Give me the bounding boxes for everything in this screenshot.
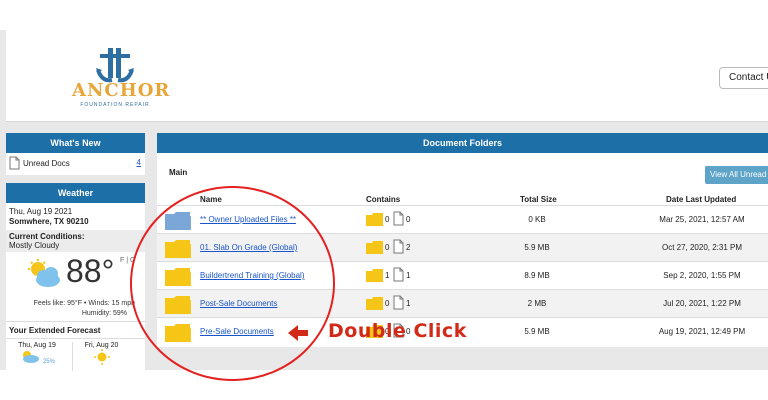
folder-icon[interactable] [165, 239, 191, 258]
folder-row[interactable]: Post-Sale Documents 0 1 2 MB Jul 20, 2021, 1… [157, 289, 768, 317]
document-count: 2 [406, 243, 411, 252]
extended-forecast-title: Your Extended Forecast [6, 321, 145, 337]
folder-icon[interactable] [165, 267, 191, 286]
app-window: ANCHOR FOUNDATION REPAIR Contact Us What… [0, 0, 768, 400]
folder-icon[interactable] [165, 323, 191, 342]
conditions-label: Current Conditions: [9, 232, 85, 241]
folder-size: 5.9 MB [524, 243, 550, 252]
forecast-precip: 25% [42, 359, 55, 365]
current-conditions: Current Conditions: Mostly Cloudy [6, 230, 145, 252]
document-count: 1 [406, 271, 411, 280]
sun-icon [93, 349, 110, 365]
cloud-sun-icon [28, 259, 60, 287]
folder-count: 0 [385, 243, 390, 252]
column-date-updated[interactable]: Date Last Updated [666, 195, 736, 204]
forecast-days: Thu, Aug 19 25% Fri, Aug 20 [6, 338, 145, 371]
unread-docs-row[interactable]: Unread Docs 4 [6, 153, 145, 175]
anchor-icon [96, 48, 134, 83]
current-temperature: 88° [66, 253, 115, 289]
folder-count: 1 [385, 271, 390, 280]
column-contains[interactable]: Contains [366, 195, 400, 204]
weather-date: Thu, Aug 19 2021 [9, 207, 73, 216]
breadcrumb-main[interactable]: Main [169, 168, 187, 177]
document-icon [9, 156, 20, 170]
folder-count: 0 [385, 215, 390, 224]
whats-new-title: What's New [6, 133, 145, 153]
humidity: Humidity: 59% [81, 310, 127, 317]
unread-docs-count[interactable]: 4 [137, 158, 141, 167]
folder-count: 0 [385, 299, 390, 308]
arrow-left-icon [288, 325, 308, 341]
document-icon [393, 295, 404, 310]
folder-name-link[interactable]: Buildertrend Training (Global) [200, 271, 305, 280]
folder-date-updated: Sep 2, 2020, 1:55 PM [663, 271, 741, 280]
folder-name-link[interactable]: Post-Sale Documents [200, 299, 277, 308]
column-name[interactable]: Name [200, 195, 222, 204]
folder-row[interactable]: 01. Slab On Grade (Global) 0 2 5.9 MB Oct 27… [157, 233, 768, 261]
weather-location: Somwhere, TX 90210 [9, 217, 89, 226]
document-icon [393, 239, 404, 254]
forecast-day-label: Fri, Aug 20 [84, 342, 119, 349]
logo-wordmark: ANCHOR [72, 80, 171, 101]
weather-panel: Weather Thu, Aug 19 2021 Somwhere, TX 90… [6, 183, 145, 371]
folder-row[interactable]: ** Owner Uploaded Files ** 0 0 0 KB Mar 25, … [157, 205, 768, 233]
folder-icon [366, 297, 383, 310]
document-folders-title: Document Folders [157, 133, 768, 153]
folder-icon[interactable] [165, 211, 191, 230]
folder-size: 5.9 MB [524, 327, 550, 336]
feels-like-wind: Feels like: 95°F • Winds: 15 mph [33, 300, 135, 307]
whats-new-panel: What's New Unread Docs 4 [6, 133, 145, 175]
folder-name-link[interactable]: ** Owner Uploaded Files ** [200, 215, 296, 224]
document-folders-panel: Document Folders Main View All Unread Na… [157, 133, 768, 347]
folder-icon[interactable] [165, 295, 191, 314]
document-count: 0 [406, 215, 411, 224]
weather-title: Weather [6, 183, 145, 203]
folder-size: 8.9 MB [524, 271, 550, 280]
folder-icon [366, 213, 383, 226]
folder-name-link[interactable]: 01. Slab On Grade (Global) [200, 243, 297, 252]
column-total-size[interactable]: Total Size [520, 195, 557, 204]
contact-us-button[interactable]: Contact Us [719, 67, 768, 89]
conditions-value: Mostly Cloudy [9, 241, 60, 250]
forecast-day: Thu, Aug 19 25% [8, 342, 66, 365]
folder-date-updated: Mar 25, 2021, 12:57 AM [659, 215, 745, 224]
folder-date-updated: Aug 19, 2021, 12:49 PM [658, 327, 746, 336]
cloud-sun-icon [23, 351, 40, 363]
forecast-day: Fri, Aug 20 [72, 342, 130, 371]
document-icon [393, 211, 404, 226]
header: ANCHOR FOUNDATION REPAIR Contact Us [6, 30, 768, 122]
view-all-unread-button[interactable]: View All Unread [705, 166, 768, 184]
logo-tagline: FOUNDATION REPAIR [80, 102, 150, 108]
folder-size: 2 MB [527, 299, 547, 308]
folder-name-link[interactable]: Pre-Sale Documents [200, 327, 274, 336]
document-icon [393, 267, 404, 282]
document-count: 1 [406, 299, 411, 308]
folder-row[interactable]: Buildertrend Training (Global) 1 1 8.9 MB Se… [157, 261, 768, 289]
unread-docs-label: Unread Docs [23, 159, 70, 168]
folder-date-updated: Jul 20, 2021, 1:22 PM [663, 299, 741, 308]
folder-icon [366, 241, 383, 254]
forecast-day-label: Thu, Aug 19 [18, 342, 56, 349]
double-click-annotation: Double Click [328, 320, 467, 342]
folder-icon [366, 269, 383, 282]
company-logo[interactable]: ANCHOR FOUNDATION REPAIR [72, 44, 171, 114]
folder-date-updated: Oct 27, 2020, 2:31 PM [661, 243, 743, 252]
folder-size: 0 KB [528, 215, 546, 224]
temperature-unit-toggle[interactable]: F | C [120, 257, 135, 264]
